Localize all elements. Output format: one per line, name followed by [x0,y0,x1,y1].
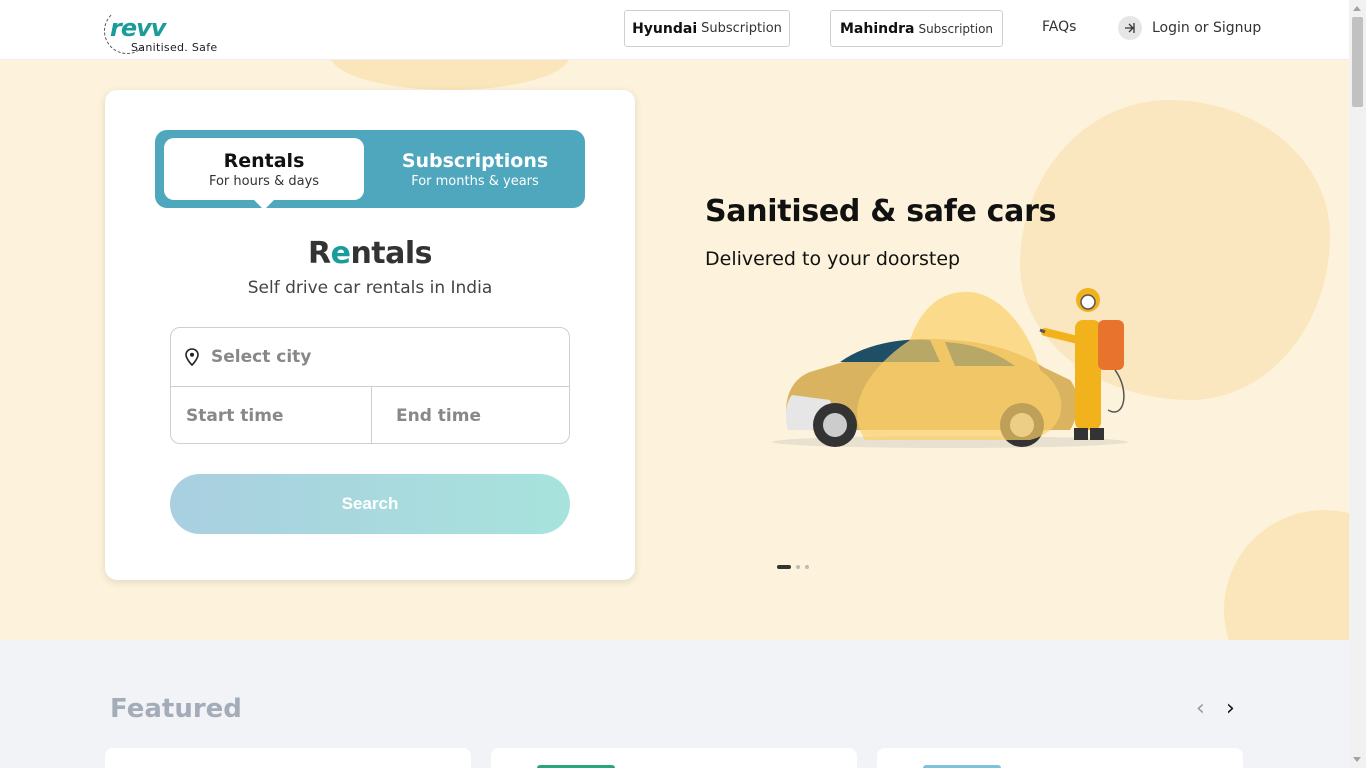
booking-card: Rentals For hours & days Subscriptions F… [105,90,635,580]
logo-tagline: Sanitised. Safe [131,41,218,54]
sanitised-car-illustration [772,288,1128,448]
tab-subscriptions-title: Subscriptions [401,150,549,172]
decor-blob [1224,510,1349,640]
hyundai-subscription-button[interactable]: Hyundai Subscription [624,10,790,47]
carousel-indicators [777,565,809,569]
carousel-dot[interactable] [805,565,809,569]
booking-form: Select city Start time End time [170,327,570,444]
faqs-link[interactable]: FAQs [1042,19,1076,35]
hyundai-brand-label: Hyundai [632,20,698,37]
scroll-thumb[interactable] [1352,17,1363,107]
city-select[interactable]: Select city [171,328,569,387]
hero-subtitle: Delivered to your doorstep [705,248,961,270]
scroll-up-arrow-icon[interactable] [1353,6,1361,11]
login-icon [1118,16,1142,40]
logo-wordmark: revv [110,14,166,42]
featured-card[interactable] [105,748,471,768]
login-signup-button[interactable]: Login or Signup [1118,16,1261,40]
product-toggle: Rentals For hours & days Subscriptions F… [155,130,585,210]
hyundai-sub-label: Subscription [701,21,782,36]
revv-logo[interactable]: revv Sanitised. Safe [104,6,224,56]
decor-blob [330,60,570,90]
login-label: Login or Signup [1152,20,1262,36]
tab-subscriptions[interactable]: Subscriptions For months & years [375,138,575,200]
end-time-field[interactable]: End time [371,387,569,443]
tab-rentals[interactable]: Rentals For hours & days [164,138,364,210]
mahindra-sub-label: Subscription [918,21,994,36]
mahindra-subscription-button[interactable]: Mahindra Subscription [830,10,1003,47]
search-button[interactable]: Search [170,474,570,534]
scroll-down-arrow-icon[interactable] [1353,757,1361,762]
featured-card[interactable] [877,748,1243,768]
page-scrollbar[interactable] [1349,0,1366,768]
mahindra-brand-label: Mahindra [839,20,915,37]
carousel-dot[interactable] [796,565,800,569]
tab-subscriptions-subtitle: For months & years [411,174,539,189]
featured-title: Featured [110,694,242,724]
featured-card[interactable] [491,748,857,768]
location-pin-icon [185,348,199,366]
featured-section: Featured ‹ › [0,640,1349,768]
time-range: Start time End time [171,387,569,443]
chevron-left-icon[interactable]: ‹ [1196,696,1205,721]
chevron-right-icon[interactable]: › [1226,696,1235,721]
carousel-dot[interactable] [777,565,791,569]
rentals-brand-logo: Rentals [307,236,433,271]
tab-rentals-subtitle: For hours & days [208,174,320,189]
start-time-field[interactable]: Start time [171,387,371,443]
tab-rentals-title: Rentals [223,150,305,172]
city-placeholder: Select city [211,347,312,367]
hero-title: Sanitised & safe cars [705,194,1057,229]
top-navbar: revv Sanitised. Safe Hyundai Subscriptio… [0,0,1349,60]
hero-section: Rentals For hours & days Subscriptions F… [0,60,1349,640]
rentals-subtitle: Self drive car rentals in India [247,278,493,298]
